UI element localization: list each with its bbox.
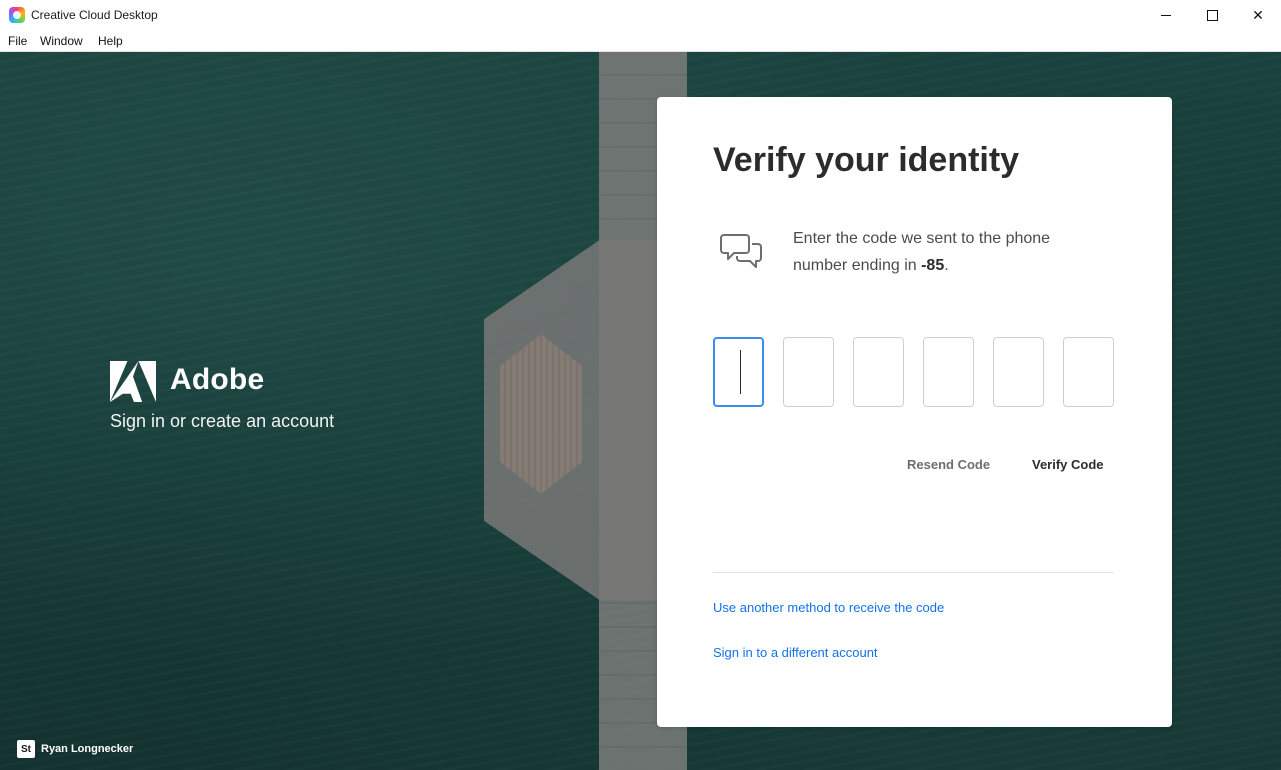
minimize-icon (1161, 14, 1171, 16)
minimize-button[interactable] (1143, 0, 1189, 30)
close-icon: ✕ (1252, 6, 1264, 23)
stock-badge-icon: St (17, 740, 35, 758)
verify-card: Verify your identity Enter the code we s… (657, 97, 1172, 727)
code-digit-6[interactable] (1063, 337, 1114, 407)
menu-help[interactable]: Help (98, 34, 123, 48)
alternate-method-link[interactable]: Use another method to receive the code (713, 600, 944, 615)
verify-code-button[interactable]: Verify Code (1032, 457, 1104, 472)
close-button[interactable]: ✕ (1235, 0, 1281, 30)
photo-credit[interactable]: St Ryan Longnecker (17, 740, 133, 758)
brand-name: Adobe (170, 363, 265, 396)
code-digit-2[interactable] (783, 337, 834, 407)
code-digit-4[interactable] (923, 337, 974, 407)
maximize-icon (1206, 9, 1218, 21)
divider (713, 572, 1114, 573)
different-account-link[interactable]: Sign in to a different account (713, 645, 878, 660)
window-title: Creative Cloud Desktop (31, 8, 158, 22)
menu-window[interactable]: Window (40, 34, 83, 48)
phone-suffix: -85 (921, 257, 945, 274)
page-title: Verify your identity (713, 141, 1020, 179)
chat-bubbles-icon (720, 234, 762, 268)
menu-bar: File Window Help (0, 30, 1281, 52)
instruction-end: . (944, 257, 949, 274)
instruction-text: Enter the code we sent to the phone numb… (793, 225, 1093, 279)
maximize-button[interactable] (1189, 0, 1235, 30)
code-digit-1[interactable] (713, 337, 764, 407)
brand-tagline: Sign in or create an account (110, 411, 335, 431)
title-bar: Creative Cloud Desktop ✕ (0, 0, 1281, 30)
text-caret (740, 350, 741, 394)
code-digit-3[interactable] (853, 337, 904, 407)
menu-file[interactable]: File (8, 34, 27, 48)
resend-code-button[interactable]: Resend Code (907, 457, 990, 472)
code-digit-5[interactable] (993, 337, 1044, 407)
photographer-name: Ryan Longnecker (41, 743, 134, 755)
creative-cloud-icon (9, 7, 25, 23)
